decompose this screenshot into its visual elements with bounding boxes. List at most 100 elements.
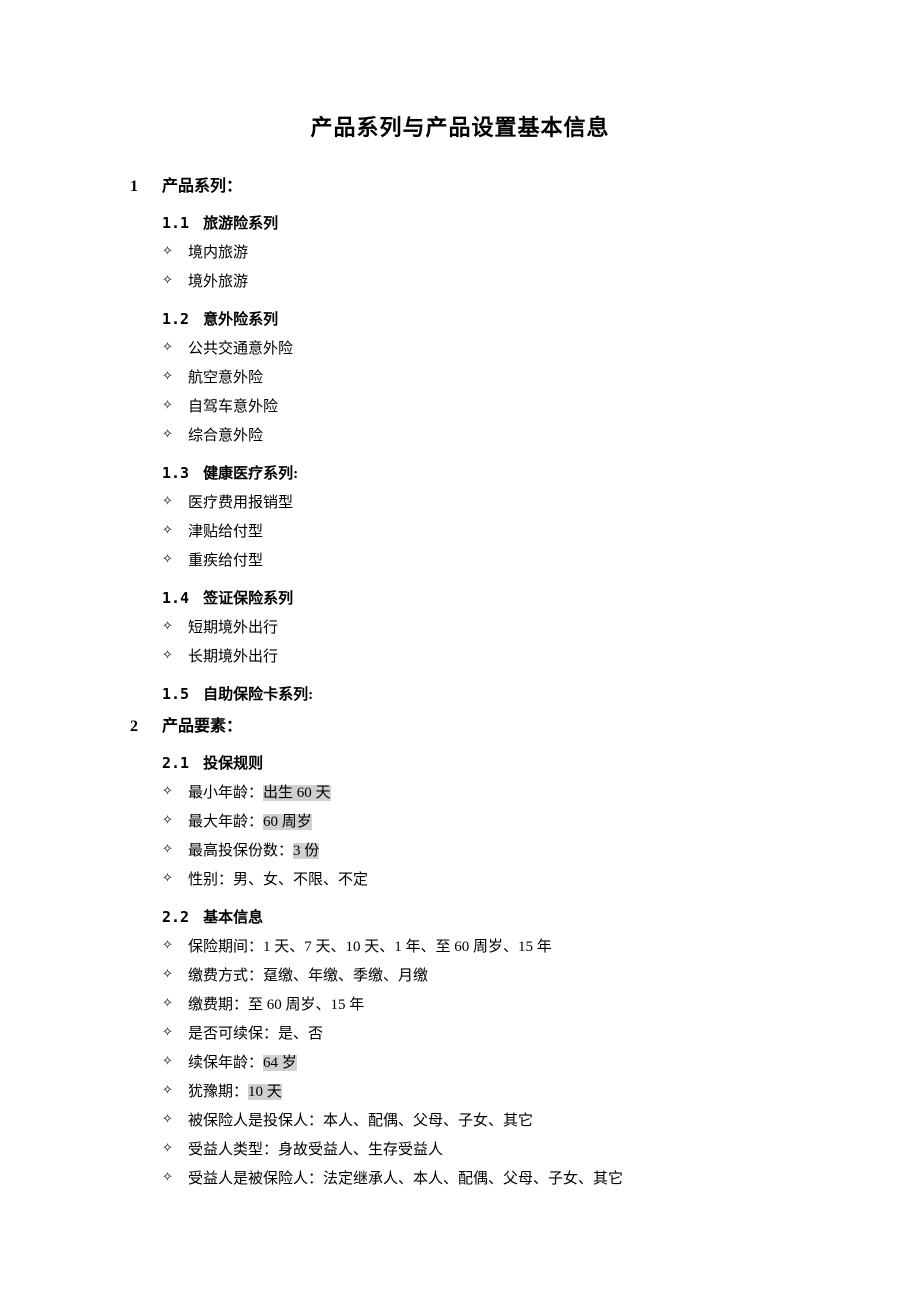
item-text: 津贴给付型 bbox=[188, 520, 790, 544]
diamond-bullet-icon: ✧ bbox=[162, 241, 188, 265]
list-item: ✧犹豫期：10 天 bbox=[162, 1080, 790, 1104]
subsection-title: 健康医疗系列: bbox=[203, 466, 298, 482]
diamond-bullet-icon: ✧ bbox=[162, 810, 188, 834]
diamond-bullet-icon: ✧ bbox=[162, 993, 188, 1017]
list-item: ✧最高投保份数：3 份 bbox=[162, 839, 790, 863]
item-label: 续保年龄： bbox=[188, 1055, 263, 1071]
item-text: 公共交通意外险 bbox=[188, 337, 790, 361]
diamond-bullet-icon: ✧ bbox=[162, 366, 188, 390]
subsection-number: 1.2 bbox=[162, 310, 189, 328]
item-text: 是否可续保：是、否 bbox=[188, 1022, 790, 1046]
list-item: ✧公共交通意外险 bbox=[162, 337, 790, 361]
diamond-bullet-icon: ✧ bbox=[162, 1138, 188, 1162]
subsection-number: 1.3 bbox=[162, 464, 189, 482]
item-text: 长期境外出行 bbox=[188, 645, 790, 669]
item-text: 最高投保份数：3 份 bbox=[188, 839, 790, 863]
list-item: ✧医疗费用报销型 bbox=[162, 491, 790, 515]
subsection-number: 2.1 bbox=[162, 754, 189, 772]
item-text: 航空意外险 bbox=[188, 366, 790, 390]
diamond-bullet-icon: ✧ bbox=[162, 424, 188, 448]
list-item: ✧自驾车意外险 bbox=[162, 395, 790, 419]
section-2-heading: 2产品要素： bbox=[130, 712, 790, 736]
list-item: ✧被保险人是投保人：本人、配偶、父母、子女、其它 bbox=[162, 1109, 790, 1133]
list-item: ✧缴费方式：趸缴、年缴、季缴、月缴 bbox=[162, 964, 790, 988]
subsection-title: 签证保险系列 bbox=[203, 591, 293, 607]
subsection-1-1-heading: 1.1旅游险系列 bbox=[162, 212, 790, 233]
section-title: 产品要素： bbox=[162, 718, 242, 735]
diamond-bullet-icon: ✧ bbox=[162, 1080, 188, 1104]
list-item: ✧保险期间：1 天、7 天、10 天、1 年、至 60 周岁、15 年 bbox=[162, 935, 790, 959]
highlighted-value: 60 周岁 bbox=[263, 814, 312, 830]
item-text: 保险期间：1 天、7 天、10 天、1 年、至 60 周岁、15 年 bbox=[188, 935, 790, 959]
list-item: ✧津贴给付型 bbox=[162, 520, 790, 544]
diamond-bullet-icon: ✧ bbox=[162, 839, 188, 863]
diamond-bullet-icon: ✧ bbox=[162, 1022, 188, 1046]
highlighted-value: 3 份 bbox=[293, 843, 319, 859]
list-item: ✧是否可续保：是、否 bbox=[162, 1022, 790, 1046]
list-item: ✧最小年龄：出生 60 天 bbox=[162, 781, 790, 805]
diamond-bullet-icon: ✧ bbox=[162, 491, 188, 515]
diamond-bullet-icon: ✧ bbox=[162, 935, 188, 959]
item-text: 续保年龄：64 岁 bbox=[188, 1051, 790, 1075]
item-label: 最大年龄： bbox=[188, 814, 263, 830]
item-text: 缴费方式：趸缴、年缴、季缴、月缴 bbox=[188, 964, 790, 988]
item-text: 医疗费用报销型 bbox=[188, 491, 790, 515]
item-label: 最高投保份数： bbox=[188, 843, 293, 859]
subsection-number: 1.4 bbox=[162, 589, 189, 607]
list-item: ✧受益人是被保险人：法定继承人、本人、配偶、父母、子女、其它 bbox=[162, 1167, 790, 1191]
subsection-title: 投保规则 bbox=[203, 756, 263, 772]
item-text: 被保险人是投保人：本人、配偶、父母、子女、其它 bbox=[188, 1109, 790, 1133]
item-text: 最大年龄：60 周岁 bbox=[188, 810, 790, 834]
list-item: ✧短期境外出行 bbox=[162, 616, 790, 640]
list-item: ✧最大年龄：60 周岁 bbox=[162, 810, 790, 834]
diamond-bullet-icon: ✧ bbox=[162, 337, 188, 361]
subsection-title: 基本信息 bbox=[203, 910, 263, 926]
diamond-bullet-icon: ✧ bbox=[162, 549, 188, 573]
diamond-bullet-icon: ✧ bbox=[162, 1109, 188, 1133]
section-title: 产品系列： bbox=[162, 178, 242, 195]
list-item: ✧航空意外险 bbox=[162, 366, 790, 390]
subsection-1-2-heading: 1.2 意外险系列 bbox=[162, 308, 790, 329]
subsection-title: 意外险系列 bbox=[203, 312, 278, 328]
item-text: 综合意外险 bbox=[188, 424, 790, 448]
diamond-bullet-icon: ✧ bbox=[162, 616, 188, 640]
list-item: ✧境内旅游 bbox=[162, 241, 790, 265]
list-item: ✧重疾给付型 bbox=[162, 549, 790, 573]
subsection-2-2-heading: 2.2 基本信息 bbox=[162, 906, 790, 927]
page-title: 产品系列与产品设置基本信息 bbox=[130, 110, 790, 142]
section-number: 2 bbox=[130, 718, 162, 736]
item-label: 最小年龄： bbox=[188, 785, 263, 801]
list-item: ✧境外旅游 bbox=[162, 270, 790, 294]
item-text: 境外旅游 bbox=[188, 270, 790, 294]
item-text: 重疾给付型 bbox=[188, 549, 790, 573]
highlighted-value: 64 岁 bbox=[263, 1055, 297, 1071]
item-text: 自驾车意外险 bbox=[188, 395, 790, 419]
subsection-1-5-heading: 1.5 自助保险卡系列: bbox=[162, 683, 790, 704]
highlighted-value: 出生 60 天 bbox=[263, 785, 331, 801]
item-text: 性别：男、女、不限、不定 bbox=[188, 868, 790, 892]
item-text: 境内旅游 bbox=[188, 241, 790, 265]
section-1-heading: 1产品系列： bbox=[130, 172, 790, 196]
subsection-number: 2.2 bbox=[162, 908, 189, 926]
diamond-bullet-icon: ✧ bbox=[162, 1167, 188, 1191]
item-label: 犹豫期： bbox=[188, 1084, 248, 1100]
item-text: 受益人类型：身故受益人、生存受益人 bbox=[188, 1138, 790, 1162]
subsection-2-1-heading: 2.1 投保规则 bbox=[162, 752, 790, 773]
item-text: 最小年龄：出生 60 天 bbox=[188, 781, 790, 805]
item-text: 缴费期：至 60 周岁、15 年 bbox=[188, 993, 790, 1017]
list-item: ✧性别：男、女、不限、不定 bbox=[162, 868, 790, 892]
diamond-bullet-icon: ✧ bbox=[162, 781, 188, 805]
diamond-bullet-icon: ✧ bbox=[162, 270, 188, 294]
item-text: 犹豫期：10 天 bbox=[188, 1080, 790, 1104]
subsection-1-4-heading: 1.4 签证保险系列 bbox=[162, 587, 790, 608]
subsection-number: 1.5 bbox=[162, 685, 189, 703]
diamond-bullet-icon: ✧ bbox=[162, 520, 188, 544]
section-number: 1 bbox=[130, 178, 162, 196]
diamond-bullet-icon: ✧ bbox=[162, 645, 188, 669]
diamond-bullet-icon: ✧ bbox=[162, 395, 188, 419]
subsection-title: 自助保险卡系列: bbox=[203, 687, 313, 703]
item-text: 短期境外出行 bbox=[188, 616, 790, 640]
subsection-1-3-heading: 1.3 健康医疗系列: bbox=[162, 462, 790, 483]
list-item: ✧续保年龄：64 岁 bbox=[162, 1051, 790, 1075]
list-item: ✧受益人类型：身故受益人、生存受益人 bbox=[162, 1138, 790, 1162]
